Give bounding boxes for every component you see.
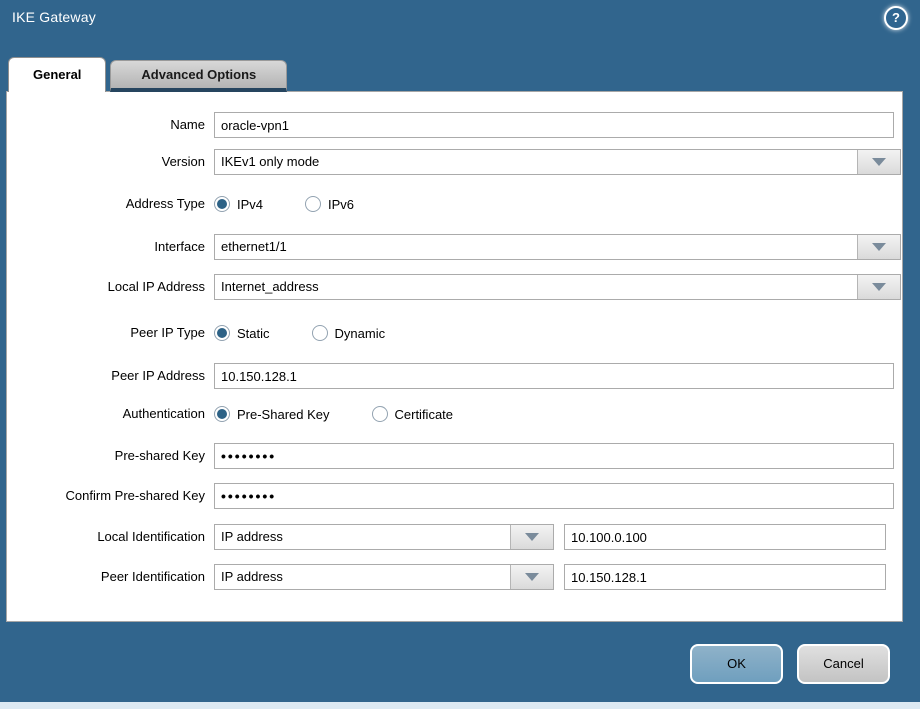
ike-gateway-dialog: IKE Gateway ? General Advanced Options N… <box>0 0 920 702</box>
local-ip-address-row: Local IP Address Internet_address <box>7 274 902 300</box>
authentication-certificate-option[interactable]: Certificate <box>372 406 454 422</box>
dynamic-option-label: Dynamic <box>335 326 386 341</box>
pre-shared-key-input[interactable] <box>214 443 894 469</box>
peer-ip-type-radio-group: Static Dynamic <box>214 324 385 342</box>
radio-checked-icon[interactable] <box>214 325 230 341</box>
version-row: Version IKEv1 only mode <box>7 149 902 175</box>
radio-unchecked-icon[interactable] <box>372 406 388 422</box>
cancel-button[interactable]: Cancel <box>797 644 890 684</box>
peer-identification-row: Peer Identification IP address <box>7 564 902 590</box>
chevron-down-icon <box>525 533 539 541</box>
pre-shared-key-option-label: Pre-Shared Key <box>237 407 330 422</box>
name-label: Name <box>7 112 205 138</box>
address-type-row: Address Type IPv4 IPv6 <box>7 195 902 213</box>
radio-checked-icon[interactable] <box>214 406 230 422</box>
ipv4-option-label: IPv4 <box>237 197 263 212</box>
pre-shared-key-label: Pre-shared Key <box>7 443 205 469</box>
version-dropdown-button[interactable] <box>857 150 900 174</box>
radio-checked-icon[interactable] <box>214 196 230 212</box>
local-identification-row: Local Identification IP address <box>7 524 902 550</box>
ok-button[interactable]: OK <box>690 644 783 684</box>
version-label: Version <box>7 149 205 175</box>
local-identification-value-input[interactable] <box>564 524 886 550</box>
chevron-down-icon <box>872 243 886 251</box>
chevron-down-icon <box>872 283 886 291</box>
chevron-down-icon <box>872 158 886 166</box>
local-ip-address-label: Local IP Address <box>7 274 205 300</box>
help-icon[interactable]: ? <box>884 6 908 30</box>
peer-ip-type-static-option[interactable]: Static <box>214 325 270 341</box>
peer-identification-dropdown-button[interactable] <box>510 565 553 589</box>
address-type-label: Address Type <box>7 195 205 213</box>
name-input[interactable] <box>214 112 894 138</box>
tab-advanced-options[interactable]: Advanced Options <box>110 60 287 92</box>
radio-unchecked-icon[interactable] <box>305 196 321 212</box>
authentication-pre-shared-key-option[interactable]: Pre-Shared Key <box>214 406 330 422</box>
pre-shared-key-row: Pre-shared Key <box>7 443 902 469</box>
peer-ip-address-row: Peer IP Address <box>7 363 902 389</box>
version-dropdown[interactable]: IKEv1 only mode <box>214 149 901 175</box>
version-selected-value: IKEv1 only mode <box>221 150 319 174</box>
authentication-row: Authentication Pre-Shared Key Certificat… <box>7 405 902 423</box>
interface-row: Interface ethernet1/1 <box>7 234 902 260</box>
address-type-ipv6-option[interactable]: IPv6 <box>305 196 354 212</box>
tab-strip: General Advanced Options <box>8 57 287 92</box>
peer-ip-type-dynamic-option[interactable]: Dynamic <box>312 325 386 341</box>
local-ip-address-dropdown-button[interactable] <box>857 275 900 299</box>
authentication-label: Authentication <box>7 405 205 423</box>
tab-general[interactable]: General <box>8 57 106 92</box>
local-identification-type-value: IP address <box>221 525 283 549</box>
peer-identification-value-input[interactable] <box>564 564 886 590</box>
peer-ip-type-row: Peer IP Type Static Dynamic <box>7 324 902 342</box>
peer-identification-type-dropdown[interactable]: IP address <box>214 564 554 590</box>
local-ip-address-selected-value: Internet_address <box>221 275 319 299</box>
peer-identification-type-value: IP address <box>221 565 283 589</box>
radio-unchecked-icon[interactable] <box>312 325 328 341</box>
address-type-ipv4-option[interactable]: IPv4 <box>214 196 263 212</box>
chevron-down-icon <box>525 573 539 581</box>
interface-label: Interface <box>7 234 205 260</box>
static-option-label: Static <box>237 326 270 341</box>
interface-dropdown-button[interactable] <box>857 235 900 259</box>
confirm-pre-shared-key-row: Confirm Pre-shared Key <box>7 483 902 509</box>
local-identification-type-dropdown[interactable]: IP address <box>214 524 554 550</box>
address-type-radio-group: IPv4 IPv6 <box>214 195 354 213</box>
confirm-pre-shared-key-input[interactable] <box>214 483 894 509</box>
local-identification-dropdown-button[interactable] <box>510 525 553 549</box>
interface-dropdown[interactable]: ethernet1/1 <box>214 234 901 260</box>
peer-identification-label: Peer Identification <box>7 564 205 590</box>
ipv6-option-label: IPv6 <box>328 197 354 212</box>
interface-selected-value: ethernet1/1 <box>221 235 287 259</box>
peer-ip-type-label: Peer IP Type <box>7 324 205 342</box>
name-row: Name <box>7 112 902 138</box>
peer-ip-address-label: Peer IP Address <box>7 363 205 389</box>
peer-ip-address-input[interactable] <box>214 363 894 389</box>
local-ip-address-dropdown[interactable]: Internet_address <box>214 274 901 300</box>
confirm-pre-shared-key-label: Confirm Pre-shared Key <box>7 483 205 509</box>
dialog-titlebar: IKE Gateway ? <box>0 0 920 56</box>
local-identification-label: Local Identification <box>7 524 205 550</box>
certificate-option-label: Certificate <box>395 407 454 422</box>
dialog-title: IKE Gateway <box>12 9 96 25</box>
general-tab-panel: Name Version IKEv1 only mode Address Typ… <box>6 91 903 622</box>
authentication-radio-group: Pre-Shared Key Certificate <box>214 405 453 423</box>
